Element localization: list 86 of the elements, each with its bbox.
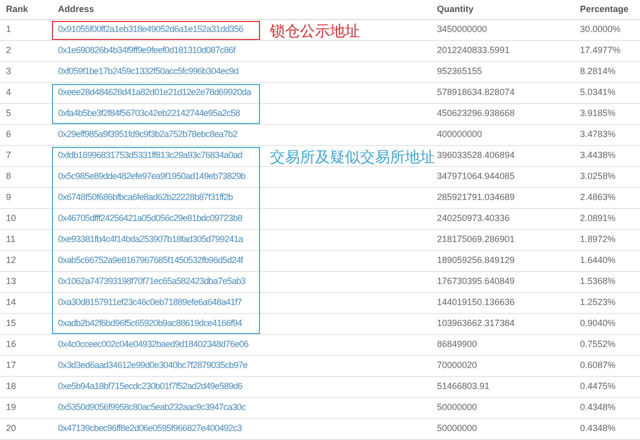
percentage-cell: 3.4438% [580,150,616,160]
address-link[interactable]: 0x1062a747393198f70f71ec65a582423dba7e5ab3 [58,276,246,286]
percentage-cell: 1.6440% [580,255,616,266]
rank-cell: 1 [6,24,12,34]
rank-cell: 12 [6,255,16,266]
percentage-cell: 0.7552% [580,339,616,350]
rank-cell: 8 [6,171,12,182]
address-link[interactable]: 0x4c0cceec002c04e04932baed9d18402348d76e06 [58,339,248,350]
quantity-cell: 51466803.91 [437,381,490,392]
rank-cell: 4 [6,87,12,98]
quantity-cell: 347971064.944085 [437,171,515,182]
quantity-cell: 50000000 [437,402,478,412]
quantity-cell: 189059256.849129 [437,255,515,266]
column-header: Address [58,4,94,14]
quantity-cell: 578918634.828074 [437,87,515,98]
quantity-cell: 103963662.317384 [437,318,515,328]
percentage-cell: 1.5368% [580,276,616,286]
quantity-cell: 144019150.136636 [437,297,515,308]
percentage-cell: 1.2523% [580,297,616,308]
address-link[interactable]: 0x3d3ed6aad34612e99d0e3040bc7f2879035cb97e [58,360,248,370]
rank-cell: 17 [6,360,16,370]
rank-cell: 11 [6,234,16,244]
address-link[interactable]: 0x1e690826b4b34f9ff9e9feef0d181310d087c86f [58,45,236,56]
percentage-cell: 0.4475% [580,381,616,392]
column-header: Quantity [437,4,474,14]
percentage-cell: 30.0000% [580,24,621,34]
percentage-cell: 3.4783% [580,129,616,140]
address-link[interactable]: 0x91055f00ff2a1eb318e49052d6a1e152a31dd356 [58,24,244,34]
address-link[interactable]: 0xe5b94a18bf715ecdc230b01f7f52ad2d49e589d6 [58,381,242,392]
address-link[interactable]: 0xe93381fb4c4f14bda253907b18fad305d799241a [58,234,243,244]
rank-cell: 20 [6,423,16,434]
rank-cell: 15 [6,318,16,328]
percentage-cell: 8.2814% [580,66,616,76]
quantity-cell: 176730395.640849 [437,276,515,286]
percentage-cell: 1.8972% [580,234,616,244]
address-link[interactable]: 0x47139cbec96ff8e2d06e0595f966827e400492c3 [58,423,242,434]
rank-cell: 3 [6,66,12,76]
rank-cell: 10 [6,213,16,224]
quantity-cell: 952365155 [437,66,482,76]
address-link[interactable]: 0xadb2b42f6bd96f5c65920b9ac88619dce4166f94 [58,318,242,328]
percentage-cell: 5.0341% [580,87,616,98]
percentage-cell: 0.4348% [580,423,616,434]
rank-cell: 5 [6,108,12,118]
address-link[interactable]: 0x46705dfff24256421a05d056c29e81bdc09723b8 [58,213,242,224]
column-header: Rank [6,4,28,14]
rank-cell: 18 [6,381,16,392]
annotation-note: 锁仓公示地址 [270,22,360,42]
address-link[interactable]: 0x6748f50f686bfbca6fe8ad62b22228b87f31ff2b [58,192,233,202]
address-link[interactable]: 0xfa4b5be3f2f84f56703c42eb22142744e95a2c58 [58,108,240,118]
quantity-cell: 3450000000 [437,24,488,34]
percentage-cell: 2.4863% [580,192,616,202]
quantity-cell: 218175069.286901 [437,234,515,244]
rank-cell: 13 [6,276,16,286]
rank-cell: 16 [6,339,16,350]
annotation-note: 交易所及疑似交易所地址 [270,148,435,168]
address-link[interactable]: 0xeee28d484628d41a82d01e21d12e2e78d69920da [58,87,251,98]
percentage-cell: 17.4977% [580,45,621,56]
address-link[interactable]: 0x5c985e89dde482efe97ea9f1950ad149eb73829b [58,171,246,182]
quantity-cell: 285921791.034689 [437,192,515,202]
quantity-cell: 70000020 [437,360,478,370]
percentage-cell: 0.4348% [580,402,616,412]
quantity-cell: 396033528.406894 [437,150,515,160]
column-header: Percentage [580,4,629,14]
percentage-cell: 0.6087% [580,360,616,370]
percentage-cell: 0.9040% [580,318,616,328]
rank-cell: 19 [6,402,16,412]
rank-cell: 9 [6,192,12,202]
address-link[interactable]: 0x29eff985a9f3951fd9c9f3b2a752b78ebc8ea7b2 [58,129,238,140]
rank-cell: 6 [6,129,12,140]
address-link[interactable]: 0xfdb16996831753d5331ff813c29a93c76834a0ad [58,150,242,160]
address-link[interactable]: 0xa30d8157911ef23c46c0eb71889efe6a648a41f7 [58,297,242,308]
rank-cell: 14 [6,297,16,308]
quantity-cell: 400000000 [437,129,482,140]
quantity-cell: 240250973.40336 [437,213,510,224]
percentage-cell: 2.0891% [580,213,616,224]
quantity-cell: 86849900 [437,339,478,350]
percentage-cell: 3.9185% [580,108,616,118]
quantity-cell: 50000000 [437,423,478,434]
percentage-cell: 3.0258% [580,171,616,182]
rank-cell: 2 [6,45,12,56]
address-link[interactable]: 0x5350d9056f9958c80ac5eab232aac9c3947ca30c [58,402,246,412]
quantity-cell: 450623296.938668 [437,108,515,118]
quantity-cell: 2012240833.5991 [437,45,510,56]
address-link[interactable]: 0xab5c66752a9e8167967685f1450532fb96d5d24f [58,255,243,266]
rank-cell: 7 [6,150,12,160]
address-link[interactable]: 0xf059f1be17b2459c1332f50acc5fc996b304ec9d [58,66,238,76]
